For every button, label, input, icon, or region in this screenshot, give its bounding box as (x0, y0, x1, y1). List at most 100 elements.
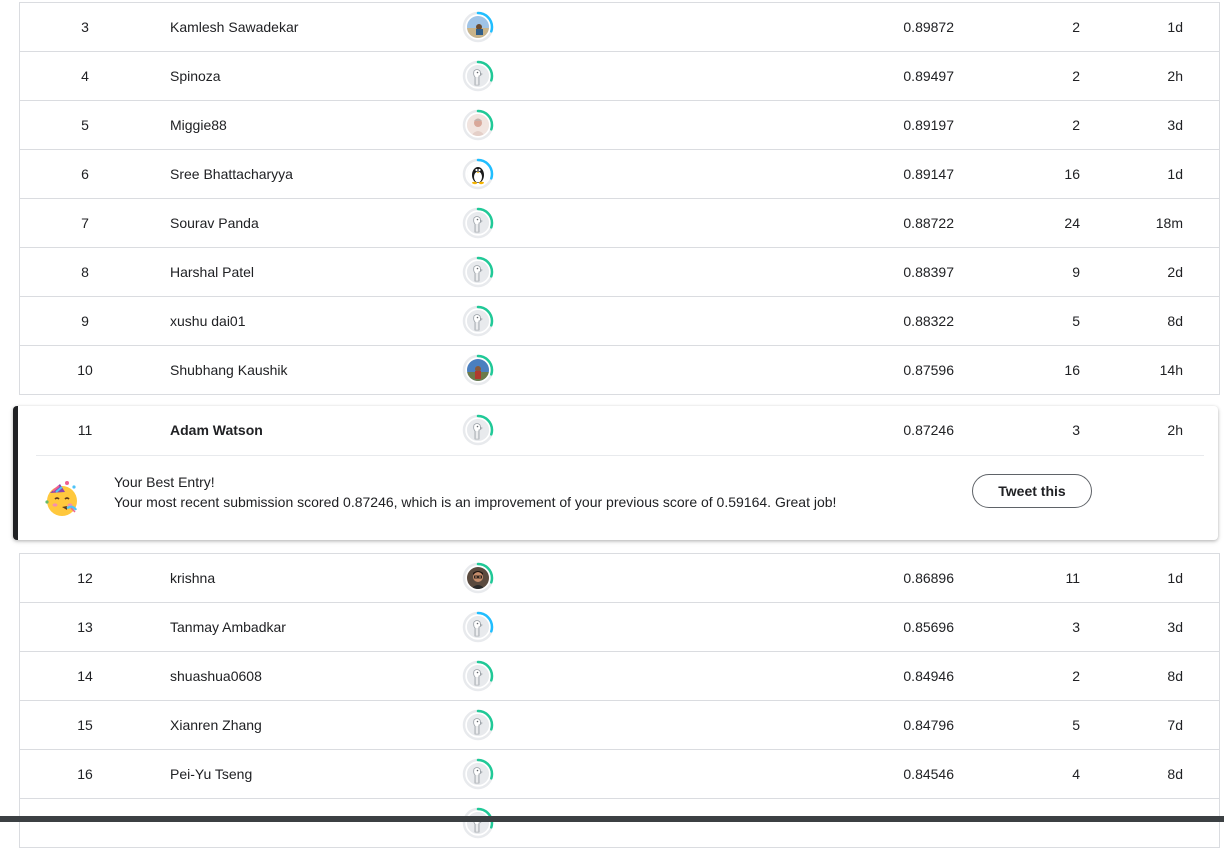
leaderboard-row[interactable]: 3 Kamlesh Sawadekar 0.89872 2 1d (20, 3, 1219, 52)
your-entry-card: 11 Adam Watson 0.87246 3 2h Your Best En… (13, 406, 1218, 540)
team-avatar[interactable] (462, 60, 494, 92)
leaderboard-table-top: 3 Kamlesh Sawadekar 0.89872 2 1d 4 Spinoza 0.89… (19, 2, 1220, 395)
team-name[interactable]: Adam Watson (170, 406, 263, 454)
last-submission-cell: 2h (1167, 422, 1183, 438)
team-avatar[interactable] (462, 562, 494, 594)
team-avatar[interactable] (462, 709, 494, 741)
team-avatar[interactable] (462, 158, 494, 190)
rank-cell: 5 (81, 117, 89, 133)
default-goose-avatar-image (467, 665, 489, 687)
leaderboard-row[interactable]: 12 krishna 0.86896 11 1d (20, 554, 1219, 603)
score-cell: 0.88322 (903, 313, 954, 329)
team-avatar[interactable] (462, 807, 494, 839)
team-name[interactable]: Pei-Yu Tseng (170, 750, 252, 798)
last-submission-cell: 8d (1167, 668, 1183, 684)
score-cell: 0.84796 (903, 717, 954, 733)
team-avatar[interactable] (462, 354, 494, 386)
message-title: Your Best Entry! (114, 474, 215, 490)
leaderboard-row[interactable]: 13 Tanmay Ambadkar 0.85696 3 3d (20, 603, 1219, 652)
team-name[interactable]: Tanmay Ambadkar (170, 603, 286, 651)
default-goose-avatar-image (467, 261, 489, 283)
team-avatar[interactable] (462, 256, 494, 288)
team-avatar[interactable] (462, 109, 494, 141)
score-cell: 0.87596 (903, 362, 954, 378)
linux-penguin-avatar-image (467, 163, 489, 185)
rank-cell (20, 799, 150, 847)
team-name[interactable]: Xianren Zhang (170, 701, 262, 749)
rank-cell: 4 (81, 68, 89, 84)
leaderboard-row[interactable]: 10 Shubhang Kaushik 0.87596 16 14h (20, 346, 1219, 395)
team-avatar[interactable] (462, 11, 494, 43)
entries-cell: 5 (1072, 717, 1080, 733)
team-avatar[interactable] (462, 305, 494, 337)
score-cell (840, 799, 954, 847)
entries-cell: 24 (1064, 215, 1080, 231)
leaderboard-row[interactable]: 15 Xianren Zhang 0.84796 5 7d (20, 701, 1219, 750)
rank-cell: 12 (77, 570, 93, 586)
team-name[interactable]: Sree Bhattacharyya (170, 150, 293, 198)
taskbar-edge (0, 816, 1224, 822)
rank-cell: 10 (77, 362, 93, 378)
leaderboard-row[interactable]: 6 Sree Bhattacharyya 0.89147 16 1d (20, 150, 1219, 199)
leaderboard-row[interactable]: 5 Miggie88 0.89197 2 3d (20, 101, 1219, 150)
rank-cell: 13 (77, 619, 93, 635)
your-entry-row[interactable]: 11 Adam Watson 0.87246 3 2h (18, 406, 1218, 454)
last-submission-cell: 14h (1159, 362, 1183, 378)
team-name[interactable]: shuashua0608 (170, 652, 262, 700)
score-cell: 0.89147 (903, 166, 954, 182)
last-submission-cell: 1d (1167, 570, 1183, 586)
leaderboard-table-bottom: 12 krishna 0.86896 11 1d 13 Tanmay Ambadkar 0.8… (19, 553, 1220, 848)
default-goose-avatar-image (467, 419, 489, 441)
leaderboard-row[interactable]: 9 xushu dai01 0.88322 5 8d (20, 297, 1219, 346)
rank-cell: 3 (81, 19, 89, 35)
entries-cell: 16 (1064, 362, 1080, 378)
message-body: Your most recent submission scored 0.872… (114, 494, 837, 510)
default-goose-avatar-image (467, 616, 489, 638)
last-submission-cell: 8d (1167, 766, 1183, 782)
score-cell: 0.88722 (903, 215, 954, 231)
entries-cell: 9 (1072, 264, 1080, 280)
last-submission-cell: 7d (1167, 717, 1183, 733)
rank-cell: 8 (81, 264, 89, 280)
team-name[interactable]: xushu dai01 (170, 297, 246, 345)
leaderboard-row[interactable]: 4 Spinoza 0.89497 2 2h (20, 52, 1219, 101)
leaderboard-row[interactable]: 16 Pei-Yu Tseng 0.84546 4 8d (20, 750, 1219, 799)
last-submission-cell: 2h (1167, 68, 1183, 84)
entries-cell: 2 (1072, 668, 1080, 684)
team-avatar[interactable] (462, 414, 494, 446)
score-cell: 0.89497 (903, 68, 954, 84)
team-name[interactable]: krishna (170, 554, 215, 602)
photo-landscape-avatar-image (467, 16, 489, 38)
tweet-this-button[interactable]: Tweet this (972, 474, 1092, 508)
team-avatar[interactable] (462, 660, 494, 692)
leaderboard-row[interactable]: 14 shuashua0608 0.84946 2 8d (20, 652, 1219, 701)
entries-cell: 5 (1072, 313, 1080, 329)
team-name[interactable]: Kamlesh Sawadekar (170, 3, 298, 51)
photo-outdoor-avatar-image (467, 359, 489, 381)
last-submission-cell: 3d (1167, 619, 1183, 635)
score-cell: 0.89197 (903, 117, 954, 133)
entries-cell: 16 (1064, 166, 1080, 182)
team-name[interactable]: Harshal Patel (170, 248, 254, 296)
entries-cell: 2 (1072, 68, 1080, 84)
last-submission-cell: 18m (1155, 215, 1183, 231)
entries-cell: 11 (1065, 570, 1080, 586)
team-avatar[interactable] (462, 758, 494, 790)
team-name[interactable]: Spinoza (170, 52, 221, 100)
team-avatar[interactable] (462, 207, 494, 239)
leaderboard-row[interactable]: 7 Sourav Panda 0.88722 24 18m (20, 199, 1219, 248)
leaderboard-row[interactable]: 8 Harshal Patel 0.88397 9 2d (20, 248, 1219, 297)
photo-person-light-avatar-image (467, 114, 489, 136)
team-name[interactable]: Miggie88 (170, 101, 227, 149)
score-cell: 0.85696 (903, 619, 954, 635)
score-cell: 0.89872 (903, 19, 954, 35)
last-submission-cell: 2d (1167, 264, 1183, 280)
team-avatar[interactable] (462, 611, 494, 643)
score-cell: 0.86896 (903, 570, 954, 586)
team-name[interactable]: Sourav Panda (170, 199, 259, 247)
team-name[interactable]: Shubhang Kaushik (170, 346, 288, 394)
leaderboard-row[interactable] (20, 799, 1219, 848)
entries-cell: 3 (1072, 619, 1080, 635)
last-submission-cell (1100, 799, 1183, 847)
default-goose-avatar-image (467, 310, 489, 332)
